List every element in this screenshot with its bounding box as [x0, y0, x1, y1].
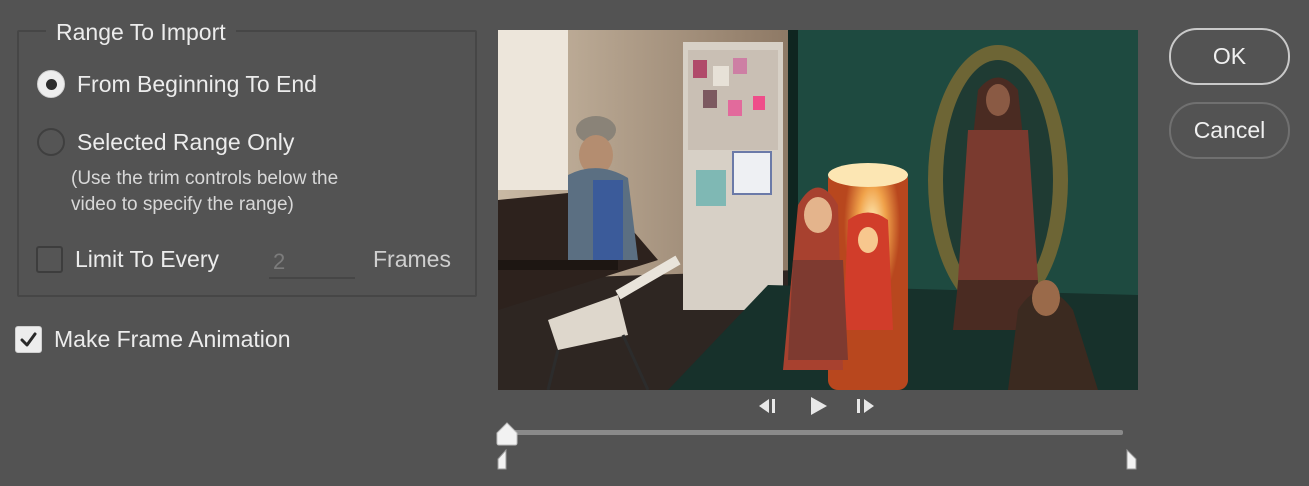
play-icon[interactable] [805, 395, 831, 417]
frames-unit-label: Frames [373, 246, 451, 272]
trim-hint-line-1: (Use the trim controls below the [71, 168, 339, 189]
trim-hint-text: (Use the trim controls below the video t… [71, 166, 338, 218]
video-preview [498, 30, 1138, 390]
selected-range-radio[interactable] [37, 128, 65, 156]
playhead-handle[interactable] [494, 421, 520, 447]
trim-hint-line-2: video to specify the range) [71, 194, 294, 215]
ok-button[interactable]: OK [1169, 28, 1290, 85]
range-to-import-title: Range To Import [46, 18, 236, 46]
from-beginning-radio[interactable] [37, 70, 65, 98]
make-frame-animation-option[interactable]: Make Frame Animation [15, 326, 290, 353]
step-back-icon[interactable] [755, 395, 781, 417]
limit-frames-label[interactable]: Limit To Every [75, 246, 219, 273]
trim-end-handle[interactable] [1124, 449, 1138, 471]
limit-frames-checkbox[interactable] [36, 246, 63, 273]
step-forward-icon[interactable] [853, 395, 879, 417]
make-frame-animation-label[interactable]: Make Frame Animation [54, 326, 290, 353]
video-frame-image [498, 30, 1138, 390]
selected-range-option[interactable]: Selected Range Only [37, 128, 294, 156]
from-beginning-option[interactable]: From Beginning To End [37, 70, 317, 98]
limit-frames-input[interactable] [269, 246, 355, 279]
checkmark-icon [20, 332, 37, 347]
trim-start-handle[interactable] [496, 449, 510, 471]
timeline-track[interactable] [507, 430, 1123, 435]
limit-frames-option[interactable]: Limit To Every [36, 246, 219, 273]
player-controls [755, 395, 879, 417]
selected-range-label[interactable]: Selected Range Only [77, 129, 294, 156]
cancel-button[interactable]: Cancel [1169, 102, 1290, 159]
from-beginning-label[interactable]: From Beginning To End [77, 71, 317, 98]
make-frame-animation-checkbox[interactable] [15, 326, 42, 353]
